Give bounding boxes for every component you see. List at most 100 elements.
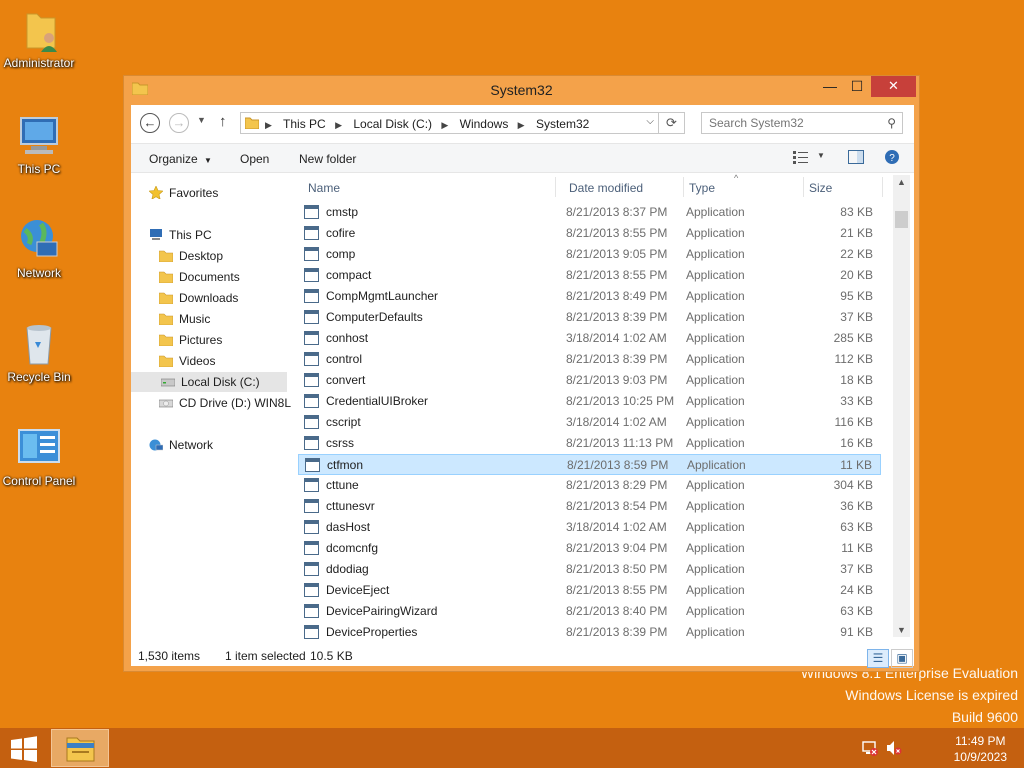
address-bar[interactable]: ▶ This PC ▶ Local Disk (C:) ▶ Windows ▶ … — [240, 112, 685, 134]
title-bar[interactable]: System32 — ☐ ✕ — [124, 76, 919, 104]
file-row[interactable]: CredentialUIBroker 8/21/2013 10:25 PM Appl… — [298, 391, 881, 412]
desktop-icon-recycle-bin[interactable]: Recycle Bin — [0, 320, 78, 384]
organize-button[interactable]: Organize ▼ — [149, 152, 212, 166]
application-file-icon — [304, 310, 319, 324]
minimize-button[interactable]: — — [816, 76, 844, 97]
computer-icon — [15, 112, 63, 160]
file-row[interactable]: conhost 3/18/2014 1:02 AM Application 285 K… — [298, 328, 881, 349]
file-row[interactable]: ComputerDefaults 8/21/2013 8:39 PM Applica… — [298, 307, 881, 328]
column-divider[interactable] — [683, 177, 684, 197]
column-name[interactable]: Name — [308, 181, 340, 195]
search-box[interactable]: ⚲ — [701, 112, 903, 134]
refresh-button[interactable]: ⟳ — [658, 113, 684, 133]
volume-muted-icon[interactable] — [886, 740, 902, 759]
file-row[interactable]: cttunesvr 8/21/2013 8:54 PM Application 36 … — [298, 496, 881, 517]
system-clock[interactable]: 11:49 PM 10/9/2023 — [954, 733, 1007, 765]
scroll-down-icon[interactable]: ▼ — [897, 625, 906, 635]
nav-item-cd-drive[interactable]: CD Drive (D:) WIN8L — [158, 393, 291, 413]
taskbar-file-explorer[interactable] — [51, 729, 109, 767]
file-row[interactable]: DeviceProperties 8/21/2013 8:39 PM Applica… — [298, 622, 881, 643]
scroll-up-icon[interactable]: ▲ — [897, 177, 906, 187]
nav-item-music[interactable]: Music — [158, 309, 210, 329]
file-row[interactable]: DevicePairingWizard 8/21/2013 8:40 PM Appl… — [298, 601, 881, 622]
file-size: 63 KB — [840, 520, 873, 534]
new-folder-button[interactable]: New folder — [299, 152, 356, 166]
desktop-icon-control-panel[interactable]: Control Panel — [0, 424, 78, 488]
file-date-modified: 8/21/2013 8:59 PM — [567, 458, 669, 472]
search-input[interactable] — [702, 113, 872, 133]
file-type: Application — [686, 226, 745, 240]
forward-button[interactable]: → — [169, 113, 189, 133]
close-button[interactable]: ✕ — [871, 76, 916, 97]
vertical-scrollbar[interactable]: ▲ ▼ — [893, 175, 910, 637]
desktop-icon-network[interactable]: Network — [0, 216, 78, 280]
chevron-right-icon[interactable]: ▶ — [441, 120, 448, 130]
start-button[interactable] — [10, 736, 38, 762]
nav-this-pc[interactable]: This PC — [149, 225, 212, 245]
column-date-modified[interactable]: Date modified — [569, 181, 643, 195]
file-date-modified: 8/21/2013 9:05 PM — [566, 247, 668, 261]
column-size[interactable]: Size — [809, 181, 832, 195]
folder-icon — [158, 248, 174, 263]
file-type: Application — [686, 394, 745, 408]
file-row[interactable]: control 8/21/2013 8:39 PM Application 112 K… — [298, 349, 881, 370]
file-row[interactable]: csrss 8/21/2013 11:13 PM Application 16 KB — [298, 433, 881, 454]
large-icons-view-button[interactable]: ▣ — [891, 649, 913, 668]
view-options-icon[interactable] — [793, 150, 809, 167]
folder-icon — [158, 332, 174, 347]
nav-item-pictures[interactable]: Pictures — [158, 330, 222, 350]
chevron-right-icon[interactable]: ▶ — [335, 120, 342, 130]
sort-ascending-icon: ^ — [734, 173, 739, 183]
nav-network[interactable]: Network — [149, 435, 213, 455]
file-row[interactable]: DeviceEject 8/21/2013 8:55 PM Application 2… — [298, 580, 881, 601]
nav-item-desktop[interactable]: Desktop — [158, 246, 223, 266]
file-row[interactable]: CompMgmtLauncher 8/21/2013 8:49 PM Applica… — [298, 286, 881, 307]
network-status-icon[interactable] — [862, 740, 878, 759]
file-row[interactable]: cttune 8/21/2013 8:29 PM Application 304 KB — [298, 475, 881, 496]
column-divider[interactable] — [882, 177, 883, 197]
file-date-modified: 8/21/2013 8:39 PM — [566, 352, 668, 366]
nav-item-videos[interactable]: Videos — [158, 351, 215, 371]
file-row[interactable]: dasHost 3/18/2014 1:02 AM Application 63 KB — [298, 517, 881, 538]
nav-item-documents[interactable]: Documents — [158, 267, 240, 287]
breadcrumb-this-pc[interactable]: This PC — [283, 117, 326, 131]
file-row[interactable]: dcomcnfg 8/21/2013 9:04 PM Application 11 K… — [298, 538, 881, 559]
breadcrumb-local-disk[interactable]: Local Disk (C:) — [353, 117, 432, 131]
file-size: 18 KB — [840, 373, 873, 387]
column-type[interactable]: Type — [689, 181, 715, 195]
column-divider[interactable] — [803, 177, 804, 197]
navigation-pane: Favorites This PC Desktop Documents Down… — [131, 175, 296, 637]
chevron-down-icon[interactable]: ⌵ — [646, 116, 654, 127]
file-row[interactable]: cofire 8/21/2013 8:55 PM Application 21 KB — [298, 223, 881, 244]
file-row[interactable]: convert 8/21/2013 9:03 PM Application 18 KB — [298, 370, 881, 391]
recent-locations-dropdown[interactable]: ▼ — [197, 115, 206, 125]
desktop-icon-this-pc[interactable]: This PC — [0, 112, 78, 176]
file-row[interactable]: cscript 3/18/2014 1:02 AM Application 116 K… — [298, 412, 881, 433]
breadcrumb-system32[interactable]: System32 — [536, 117, 589, 131]
desktop-icon-administrator[interactable]: Administrator — [0, 6, 78, 70]
breadcrumb-windows[interactable]: Windows — [460, 117, 509, 131]
nav-item-downloads[interactable]: Downloads — [158, 288, 238, 308]
open-button[interactable]: Open — [240, 152, 269, 166]
details-view-button[interactable]: ☰ — [867, 649, 889, 668]
back-button[interactable]: ← — [140, 113, 160, 133]
column-divider[interactable] — [555, 177, 556, 197]
file-type: Application — [686, 415, 745, 429]
nav-favorites[interactable]: Favorites — [148, 183, 218, 203]
file-row[interactable]: ddodiag 8/21/2013 8:50 PM Application 37 KB — [298, 559, 881, 580]
help-icon[interactable]: ? — [885, 150, 899, 167]
up-button[interactable]: ↑ — [219, 113, 227, 130]
nav-item-local-disk[interactable]: Local Disk (C:) — [131, 372, 287, 392]
file-name: cscript — [326, 415, 361, 429]
file-row[interactable]: ctfmon 8/21/2013 8:59 PM Application 11 KB — [298, 454, 881, 475]
file-row[interactable]: cmstp 8/21/2013 8:37 PM Application 83 KB — [298, 202, 881, 223]
chevron-down-icon[interactable]: ▼ — [817, 151, 825, 160]
chevron-right-icon[interactable]: ▶ — [518, 120, 525, 130]
scroll-thumb[interactable] — [895, 211, 908, 228]
application-file-icon — [304, 541, 319, 555]
file-row[interactable]: compact 8/21/2013 8:55 PM Application 20 KB — [298, 265, 881, 286]
maximize-button[interactable]: ☐ — [843, 76, 871, 97]
preview-pane-icon[interactable] — [848, 150, 864, 167]
file-row[interactable]: comp 8/21/2013 9:05 PM Application 22 KB — [298, 244, 881, 265]
file-size: 36 KB — [840, 499, 873, 513]
